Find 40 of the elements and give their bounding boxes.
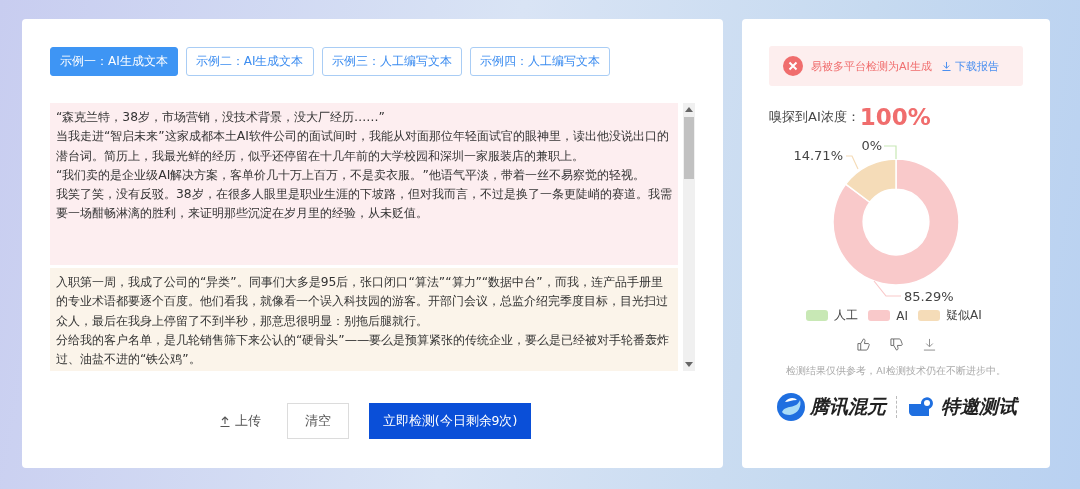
swirl-logo-icon (775, 392, 806, 422)
scroll-down-icon[interactable] (685, 362, 693, 367)
scrollbar-thumb[interactable] (684, 117, 694, 179)
legend-label: 人工 (834, 307, 859, 324)
legend-label: AI (896, 308, 908, 323)
leader-line (883, 145, 897, 160)
example-tab[interactable]: 示例三：人工编写文本 (321, 47, 462, 76)
data-label: 14.71% (793, 148, 843, 163)
detect-button[interactable]: 立即检测(今日剩余9次) (368, 403, 532, 439)
verdict-text: 易被多平台检测为AI生成 (811, 58, 932, 74)
concentration-label: 嗅探到AI浓度： (769, 108, 860, 126)
upload-button[interactable]: 上传 (213, 403, 267, 439)
text-editor[interactable] (50, 103, 695, 371)
example-tab[interactable]: 示例四：人工编写文本 (469, 47, 610, 76)
legend-swatch (868, 310, 891, 321)
highlighted-passage: 入职第一周，我成了公司的“异类”。同事们大多是95后，张口闭口“算法”“算力”“数据中台”，而我，连产品手册里的专业术语都要逐个百度。他们看我，就像看一个误入科技园的游客。开部门会议，总监介绍完季度目标，目光扫过众人，最后在我身上停留了不到半秒，那意思很明显：别拖后腿就行。 分给我的客户名单，是几轮销售筛下来公认的“硬骨头”——要么是预算紧张的传统企业，要么是已经被对手轮番轰炸过、油盐不进的“铁公鸡”。 (50, 268, 678, 371)
legend-label: 疑似AI (946, 307, 982, 324)
legend-swatch (918, 310, 940, 321)
scroll-up-icon[interactable] (685, 107, 693, 112)
data-label: 0% (861, 138, 882, 153)
upload-icon (219, 415, 230, 427)
example-tab[interactable]: 示例一：AI生成文本 (50, 47, 178, 76)
highlighted-passage: “森克兰特，38岁，市场营销，没技术背景，没大厂经历……” 当我走进“智启未来”这家成都本土AI软件公司的面试间时，我能从对面那位年轻面试官的眼神里，读出他没说出口的潜台词。简历上，我最光鲜的经历，似乎还停留在十几年前的大学校园和深圳一家服装店的兼职上。 “我们卖的是企业级AI解决方案，客单价几十万上百万，不是卖衣服。”他语气平淡，带着一丝不易察觉的轻视。 我笑了笑，没有反驳。38岁，在很多人眼里是职业生涯的下坡路，但对我而言，不过是换了一条更陡峭的赛道。我需要一场酣畅淋漓的胜利，来证明那些沉淀在岁月里的经验，从未贬值。 (50, 103, 678, 265)
thumbs-up-icon[interactable] (856, 338, 870, 351)
download-icon (941, 61, 951, 71)
clear-button[interactable]: 清空 (286, 403, 349, 439)
error-icon (783, 56, 803, 76)
brand-name: 腾讯混元 (809, 394, 886, 419)
legend-swatch (806, 310, 829, 321)
thumbs-down-icon[interactable] (889, 338, 903, 351)
leader-line (873, 280, 902, 297)
download-icon[interactable] (922, 338, 936, 351)
example-tab[interactable]: 示例二：AI生成文本 (185, 47, 314, 76)
badge-text: 特邀测试 (940, 394, 1017, 419)
download-report-link[interactable]: 下载报告 (941, 58, 999, 74)
scrollbar[interactable] (683, 103, 695, 371)
data-label: 85.29% (904, 289, 954, 304)
disclaimer-text: 检测结果仅供参考，AI检测技术仍在不断进步中。 (786, 365, 1006, 378)
concentration-value: 100% (859, 104, 931, 130)
leader-line (845, 155, 859, 170)
